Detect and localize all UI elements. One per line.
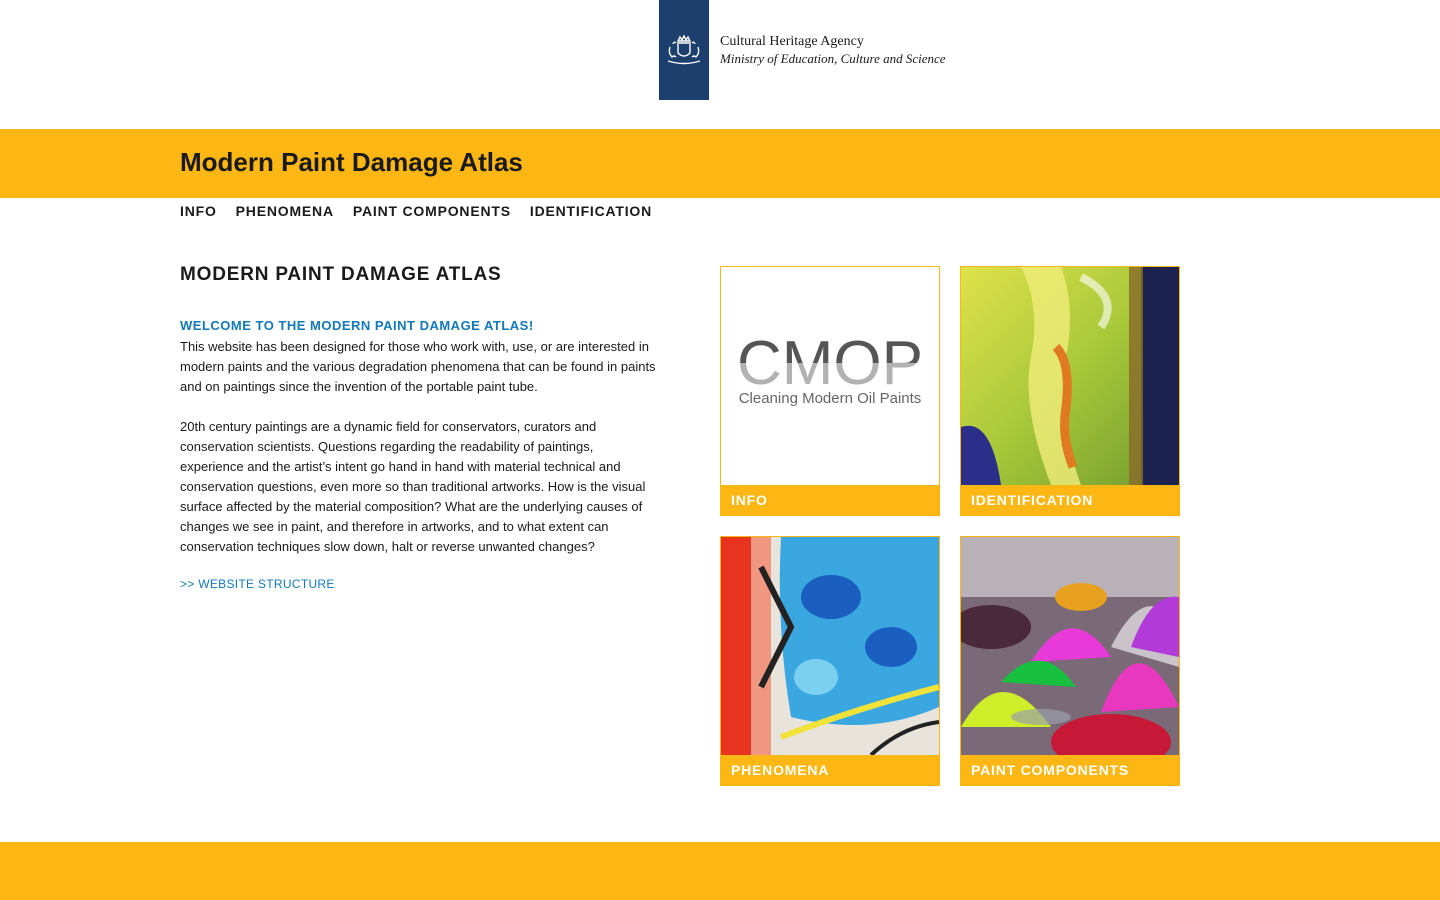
website-structure-link[interactable]: >> WEBSITE STRUCTURE: [180, 577, 335, 591]
crest-icon: [659, 0, 709, 100]
main-nav: INFO PHENOMENA PAINT COMPONENTS IDENTIFI…: [180, 203, 652, 219]
nav-item-phenomena[interactable]: PHENOMENA: [236, 203, 334, 219]
tile-paint-components[interactable]: PAINT COMPONENTS: [960, 536, 1180, 786]
main-content: MODERN PAINT DAMAGE ATLAS WELCOME TO THE…: [180, 264, 660, 593]
ministry-name: Ministry of Education, Culture and Scien…: [720, 51, 946, 66]
tile-identification[interactable]: IDENTIFICATION: [960, 266, 1180, 516]
site-title[interactable]: Modern Paint Damage Atlas: [180, 147, 523, 178]
nav-item-paint-components[interactable]: PAINT COMPONENTS: [353, 203, 511, 219]
description-paragraph: 20th century paintings are a dynamic fie…: [180, 419, 646, 554]
paint-components-image: [960, 536, 1180, 756]
agency-logo[interactable]: Cultural Heritage Agency Ministry of Edu…: [659, 0, 946, 100]
nav-item-info[interactable]: INFO: [180, 203, 217, 219]
tile-identification-label: IDENTIFICATION: [971, 492, 1094, 508]
identification-image: [960, 266, 1180, 486]
tile-info-label: INFO: [731, 492, 768, 508]
cmop-logo-image: CMOP Cleaning Modern Oil Paints: [720, 266, 940, 486]
tile-phenomena[interactable]: PHENOMENA: [720, 536, 940, 786]
tile-phenomena-label: PHENOMENA: [731, 762, 830, 778]
footer-band: [0, 842, 1440, 900]
tile-paint-components-label: PAINT COMPONENTS: [971, 762, 1129, 778]
welcome-heading: WELCOME TO THE MODERN PAINT DAMAGE ATLAS…: [180, 318, 534, 333]
intro-paragraph: This website has been designed for those…: [180, 339, 656, 394]
page-title: MODERN PAINT DAMAGE ATLAS: [180, 264, 502, 285]
phenomena-image: [720, 536, 940, 756]
cmop-logo-subtext: Cleaning Modern Oil Paints: [739, 390, 922, 407]
agency-name: Cultural Heritage Agency: [720, 34, 864, 49]
title-band: Modern Paint Damage Atlas: [0, 129, 1440, 198]
tile-info[interactable]: CMOP Cleaning Modern Oil Paints INFO: [720, 266, 940, 516]
nav-item-identification[interactable]: IDENTIFICATION: [530, 203, 652, 219]
